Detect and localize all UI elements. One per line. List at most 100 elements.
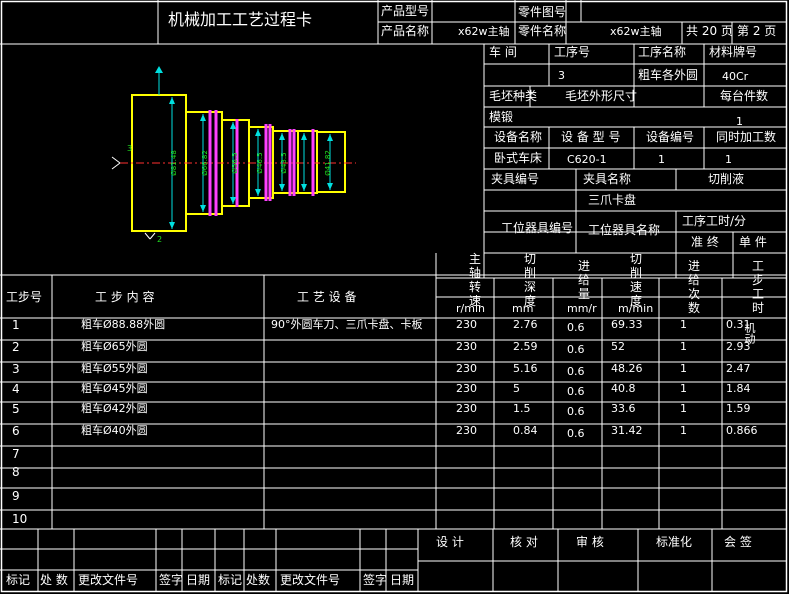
dim-arrow bbox=[255, 189, 261, 196]
dim-text-2: Ø66.82 bbox=[201, 150, 209, 176]
datum-symbol bbox=[149, 232, 156, 240]
row-1-speed: 69.33 bbox=[611, 318, 643, 331]
datum-symbol bbox=[144, 232, 151, 240]
row-1-no: 1 bbox=[12, 318, 20, 332]
col-passes-char: 进 bbox=[688, 259, 701, 273]
row-6-depth: 0.84 bbox=[513, 424, 538, 437]
footer-change-doc: 更改文件号 bbox=[78, 573, 139, 587]
row-1-time: 0.31 bbox=[726, 318, 751, 331]
col-speed-char: 削 bbox=[630, 266, 643, 280]
fixture-name-label: 夹具名称 bbox=[583, 172, 632, 186]
dim-arrow bbox=[169, 222, 175, 229]
col-passes-char: 次 bbox=[688, 287, 701, 301]
total-pages: 共 20 页 bbox=[686, 24, 733, 38]
row-4-no: 4 bbox=[12, 382, 20, 396]
row-3-passes: 1 bbox=[680, 362, 687, 375]
dim-arrow bbox=[200, 205, 206, 212]
row-5-speed: 33.6 bbox=[611, 402, 636, 415]
dim-text-1: Ø81.48 bbox=[170, 150, 178, 176]
product-name-label: 产品名称 bbox=[381, 24, 430, 38]
per-blank-label: 每台件数 bbox=[720, 89, 769, 103]
row-5-depth: 1.5 bbox=[513, 402, 531, 415]
row-7-no: 7 bbox=[12, 447, 20, 461]
col-hours-char: 时 bbox=[752, 301, 765, 315]
dim-arrow bbox=[200, 114, 206, 121]
dim-text-6: Ø41.82 bbox=[324, 150, 332, 176]
footer-count: 处 数 bbox=[40, 573, 68, 587]
dim-arrow bbox=[230, 122, 236, 129]
footer-check: 核 对 bbox=[510, 535, 538, 549]
dim-arrow bbox=[327, 183, 333, 190]
dim-arrow bbox=[301, 184, 307, 191]
row-5-feed: 0.6 bbox=[567, 405, 585, 418]
row-1-depth: 2.76 bbox=[513, 318, 538, 331]
row-5-no: 5 bbox=[12, 402, 20, 416]
row-6-no: 6 bbox=[12, 424, 20, 438]
row-3-feed: 0.6 bbox=[567, 365, 585, 378]
col-feed-char: 进 bbox=[578, 259, 591, 273]
dim-text-5: Ø43.5 bbox=[280, 152, 288, 173]
col-depth-unit: mm bbox=[512, 302, 534, 315]
col-step-no: 工步号 bbox=[6, 290, 43, 304]
page-number: 第 2 页 bbox=[737, 24, 777, 38]
row-5-rpm: 230 bbox=[456, 402, 477, 415]
part-drawing-label: 零件图号 bbox=[518, 5, 567, 19]
col-hours-char: 步 bbox=[752, 273, 765, 287]
workshop-label: 车 间 bbox=[489, 45, 517, 59]
datum-symbol bbox=[111, 156, 121, 164]
row-4-rpm: 230 bbox=[456, 382, 477, 395]
equip-model: C620-1 bbox=[567, 153, 607, 166]
col-passes-char: 数 bbox=[688, 301, 701, 315]
station-no-label: 工位器具编号 bbox=[501, 221, 574, 235]
col-content: 工 步 内 容 bbox=[95, 290, 155, 304]
dim-text-4: Ø46.5 bbox=[256, 152, 264, 173]
equip-name: 卧式车床 bbox=[494, 151, 543, 165]
concurrent-label: 同时加工数 bbox=[716, 130, 777, 144]
concurrent: 1 bbox=[725, 153, 732, 166]
row-2-rpm: 230 bbox=[456, 340, 477, 353]
dim-arrow bbox=[230, 197, 236, 204]
row-3-depth: 5.16 bbox=[513, 362, 538, 375]
row-1-content: 粗车Ø88.88外圆 bbox=[81, 318, 166, 331]
dim-arrow bbox=[255, 129, 261, 136]
dim-arrow bbox=[279, 133, 285, 140]
row-3-no: 3 bbox=[12, 362, 20, 376]
time-label: 工序工时/分 bbox=[682, 214, 747, 228]
row-2-content: 粗车Ø65外圆 bbox=[81, 340, 148, 353]
material-label: 材料牌号 bbox=[709, 45, 758, 59]
footer-review: 审 核 bbox=[576, 535, 604, 549]
part-name-label: 零件名称 bbox=[518, 24, 567, 38]
row-4-feed: 0.6 bbox=[567, 385, 585, 398]
col-depth-char: 削 bbox=[524, 266, 537, 280]
col-spindle-unit: r/min bbox=[456, 302, 485, 315]
footer-change-doc-2: 更改文件号 bbox=[280, 573, 341, 587]
col-passes-char: 给 bbox=[688, 273, 701, 287]
row-3-time: 2.47 bbox=[726, 362, 751, 375]
row-3-rpm: 230 bbox=[456, 362, 477, 375]
row-6-rpm: 230 bbox=[456, 424, 477, 437]
footer-sign: 签字 bbox=[159, 573, 184, 587]
dim-arrow bbox=[327, 134, 333, 141]
blank-type-label: 毛坯种类 bbox=[489, 89, 538, 103]
datum-label-2: 2 bbox=[157, 235, 162, 244]
col-spindle-char: 轴 bbox=[469, 266, 482, 280]
product-name: x62w主轴 bbox=[458, 25, 510, 38]
blank-size-label: 毛坯外形尺寸 bbox=[565, 89, 638, 103]
process-name: 粗车各外圆 bbox=[638, 68, 699, 82]
footer-date: 日期 bbox=[186, 573, 211, 587]
col-hours-char: 工 bbox=[752, 287, 765, 301]
col-speed-char: 速 bbox=[630, 280, 643, 294]
row-6-feed: 0.6 bbox=[567, 427, 585, 440]
col-speed-char: 切 bbox=[630, 252, 643, 266]
row-4-depth: 5 bbox=[513, 382, 520, 395]
process-name-label: 工序名称 bbox=[638, 45, 687, 59]
material: 40Cr bbox=[722, 70, 749, 83]
row-1-feed: 0.6 bbox=[567, 321, 585, 334]
col-feed-char: 量 bbox=[578, 287, 591, 301]
dim-arrow bbox=[301, 133, 307, 140]
row-2-passes: 1 bbox=[680, 340, 687, 353]
process-no: 3 bbox=[558, 69, 565, 82]
card-title: 机械加工工艺过程卡 bbox=[168, 10, 313, 29]
row-5-content: 粗车Ø42外圆 bbox=[81, 402, 148, 415]
row-3-speed: 48.26 bbox=[611, 362, 643, 375]
